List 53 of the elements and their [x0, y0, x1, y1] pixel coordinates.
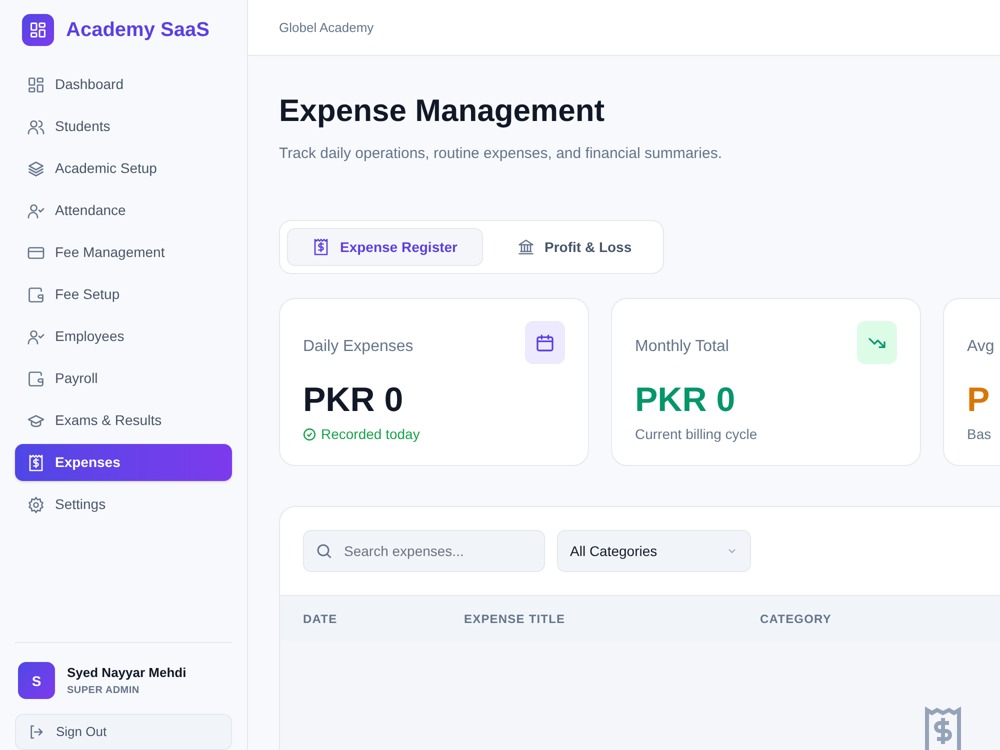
trending-down-icon: [857, 321, 897, 364]
user-role: SUPER ADMIN: [67, 684, 140, 698]
nav-item[interactable]: Settings: [15, 486, 232, 523]
nav-item[interactable]: Students: [15, 108, 232, 145]
card-title: Daily Expenses: [303, 337, 414, 358]
category-dropdown[interactable]: All Categories: [557, 530, 751, 572]
tab[interactable]: Expense Register: [287, 228, 482, 266]
nav-item[interactable]: Expenses: [15, 444, 232, 481]
receipt-icon: [27, 454, 45, 472]
grid-icon: [27, 76, 45, 94]
layers-icon: [27, 160, 45, 178]
wallet-icon: [27, 370, 45, 388]
card-note: Current billing cycle: [635, 424, 758, 444]
calendar-icon: [525, 321, 565, 364]
card-note: Bas: [967, 424, 992, 444]
app-name: Academy SaaS: [66, 18, 210, 43]
search-icon: [315, 542, 333, 560]
sign-out-button[interactable]: Sign Out: [15, 714, 232, 750]
nav-item[interactable]: Employees: [15, 318, 232, 355]
column-header: EXPENSE TITLE: [464, 610, 566, 628]
card-title: Avg: [967, 337, 994, 358]
tab[interactable]: Profit & Loss: [492, 228, 656, 266]
check-circle-icon: [303, 428, 316, 441]
nav-item[interactable]: Academic Setup: [15, 150, 232, 187]
academy-name: Globel Academy: [279, 18, 374, 37]
card-value: P: [967, 380, 991, 422]
nav-item[interactable]: Dashboard: [15, 66, 232, 103]
wallet-icon: [27, 286, 45, 304]
card-note: Recorded today: [321, 424, 420, 444]
page-title: Expense Management: [279, 92, 606, 130]
nav-item[interactable]: Fee Setup: [15, 276, 232, 313]
card-value: PKR 0: [635, 380, 736, 422]
nav-item[interactable]: Exams & Results: [15, 402, 232, 439]
users-icon: [27, 118, 45, 136]
user-check-icon: [27, 328, 45, 346]
user-name: Syed Nayyar Mehdi: [67, 664, 186, 682]
receipt-icon: [312, 238, 330, 256]
user-avatar: S: [18, 662, 55, 699]
receipt-icon: [924, 706, 962, 750]
nav-item[interactable]: Payroll: [15, 360, 232, 397]
bank-icon: [516, 238, 534, 256]
user-check-icon: [27, 202, 45, 220]
column-header: CATEGORY: [760, 610, 832, 628]
nav-item[interactable]: Attendance: [15, 192, 232, 229]
nav-item[interactable]: Fee Management: [15, 234, 232, 271]
column-header: DATE: [303, 610, 338, 628]
card-title: Monthly Total: [635, 337, 729, 358]
card-value: PKR 0: [303, 380, 404, 422]
search-field[interactable]: Search expenses...: [303, 530, 545, 572]
sign-out-icon: [28, 724, 44, 740]
settings-icon: [27, 496, 45, 514]
logo-icon: [22, 14, 54, 46]
page-subtitle: Track daily operations, routine expenses, and financial summaries.: [279, 144, 723, 164]
